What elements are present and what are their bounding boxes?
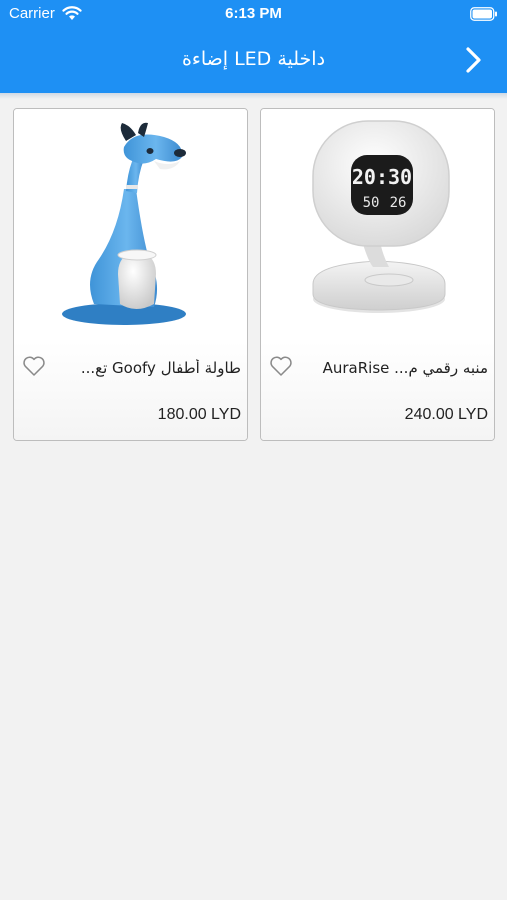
top-bar: Carrier 6:13 PM إضاءة LED داخلية: [0, 0, 507, 93]
heart-outline-icon[interactable]: [22, 355, 46, 377]
chevron-right-icon[interactable]: [463, 45, 485, 75]
page-title: إضاءة LED داخلية: [181, 48, 326, 70]
product-card[interactable]: طاولة أطفال Goofy تع... 180.00 LYD: [13, 108, 248, 441]
svg-text:50: 50: [363, 195, 380, 211]
product-name[interactable]: منبه رقمي م... AuraRise: [310, 359, 488, 377]
product-name[interactable]: طاولة أطفال Goofy تع...: [63, 359, 241, 377]
nav-bar: إضاءة LED داخلية: [0, 28, 507, 93]
top-bar-shadow: [0, 93, 507, 99]
product-price: 180.00 LYD: [157, 406, 241, 423]
alarm-clock-image: 20:30 50 26: [312, 120, 450, 313]
svg-text:26: 26: [390, 195, 407, 211]
product-image[interactable]: 20:30 50 26: [261, 109, 494, 341]
product-info: منبه رقمي م... AuraRise 240.00 LYD: [261, 341, 494, 440]
battery-icon: [470, 7, 497, 21]
product-price: 240.00 LYD: [404, 406, 488, 423]
svg-text:20:30: 20:30: [352, 165, 412, 189]
status-bar: Carrier 6:13 PM: [0, 0, 507, 28]
product-card[interactable]: 20:30 50 26 منبه رقمي م... AuraRise 240.…: [260, 108, 495, 441]
product-image[interactable]: [14, 109, 247, 341]
product-info: طاولة أطفال Goofy تع... 180.00 LYD: [14, 341, 247, 440]
status-time: 6:13 PM: [225, 5, 282, 22]
kids-lamp-image: [62, 122, 186, 325]
heart-outline-icon[interactable]: [269, 355, 293, 377]
